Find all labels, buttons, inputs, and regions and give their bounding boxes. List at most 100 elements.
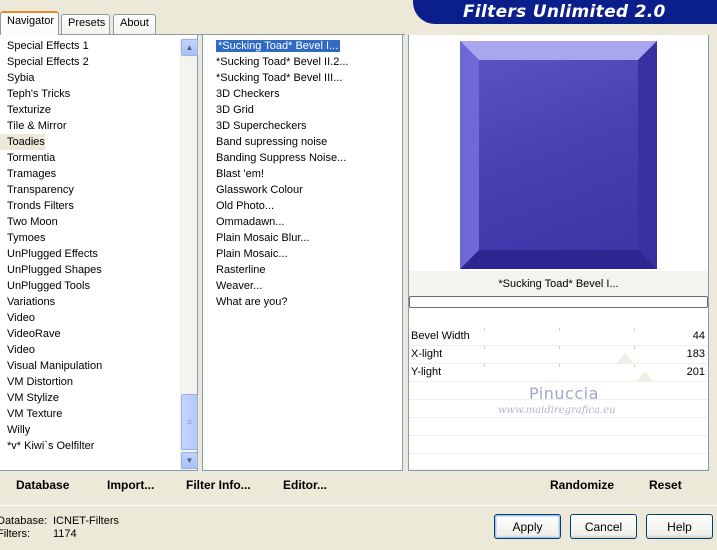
category-scrollbar[interactable]: ▲ ≡ ▼ [180,38,198,470]
status-database-value: ICNET-Filters [53,515,119,527]
progress-bar [409,296,708,308]
param-empty-row [409,418,708,436]
apply-button[interactable]: Apply [494,514,561,539]
param-value: 183 [686,348,705,360]
category-item[interactable]: Two Moon [0,214,58,230]
filter-item-label: Rasterline [216,264,266,276]
param-x-light[interactable]: X-light 183 [409,346,708,364]
randomize-button[interactable]: Randomize [550,478,614,492]
filter-item[interactable]: Banding Suppress Noise... [213,150,346,166]
category-item[interactable]: Transparency [0,182,74,198]
watermark-url: www.maidiregrafica.eu [498,405,616,416]
category-item[interactable]: Sybia [0,70,35,86]
category-item[interactable]: Visual Manipulation [0,358,102,374]
category-item[interactable]: *v* Kiwi`s Oelfilter [0,438,94,454]
category-item[interactable]: Teph's Tricks [0,86,70,102]
tab-about[interactable]: About [113,14,156,34]
tab-navigator[interactable]: Navigator [0,11,59,35]
category-item[interactable]: Special Effects 1 [0,38,89,54]
filter-item[interactable]: *Sucking Toad* Bevel II.2... [213,54,349,70]
category-item[interactable]: Toadies [0,134,45,150]
category-item[interactable]: Video [0,310,35,326]
filter-item-label: Old Photo... [216,200,275,212]
editor-button[interactable]: Editor... [283,478,327,492]
preview-name-bar: *Sucking Toad* Bevel I... [409,271,708,297]
category-item[interactable]: UnPlugged Effects [0,246,98,262]
filter-item[interactable]: What are you? [213,294,288,310]
filter-item[interactable]: 3D Grid [213,102,254,118]
filter-info-button[interactable]: Filter Info... [186,478,251,492]
app-title: Filters Unlimited 2.0 [463,2,666,22]
import-button[interactable]: Import... [107,478,154,492]
category-list[interactable]: Special Effects 1 Special Effects 2 Sybia T… [0,35,198,471]
slider-thumb-icon[interactable] [616,353,634,364]
category-item[interactable]: VM Texture [0,406,62,422]
filter-item[interactable]: Glasswork Colour [213,182,303,198]
filter-item[interactable]: Plain Mosaic Blur... [213,230,310,246]
param-label: Y-light [411,366,442,378]
filter-item-label: Blast 'em! [216,168,264,180]
filter-item-label: Band supressing noise [216,136,328,148]
filter-item[interactable]: Rasterline [213,262,266,278]
filter-item[interactable]: Ommadawn... [213,214,284,230]
filter-list[interactable]: *Sucking Toad* Bevel I... *Sucking Toad* … [202,35,403,471]
param-empty-row [409,454,708,470]
app-banner: Filters Unlimited 2.0 [413,0,717,24]
reset-button[interactable]: Reset [649,478,682,492]
scroll-up-button[interactable]: ▲ [181,39,198,56]
status-filters-label: Filters: [0,528,30,540]
preview-filter-name: *Sucking Toad* Bevel I... [498,278,619,290]
filter-item-label: Weaver... [216,280,263,292]
filter-item[interactable]: *Sucking Toad* Bevel I... [213,38,342,54]
filter-item[interactable]: Weaver... [213,278,262,294]
param-bevel-width[interactable]: Bevel Width 44 [409,328,708,346]
tab-presets[interactable]: Presets [61,14,110,34]
category-item[interactable]: VM Distortion [0,374,73,390]
watermark-name: Pinuccia [529,384,599,403]
filter-item[interactable]: Old Photo... [213,198,274,214]
filter-item-label: Ommadawn... [216,216,285,228]
filter-item[interactable]: 3D Supercheckers [213,118,307,134]
slider-thumb-icon[interactable] [636,371,654,382]
category-item[interactable]: UnPlugged Tools [0,278,90,294]
category-item[interactable]: Tormentia [0,150,55,166]
param-label: X-light [411,348,443,360]
scroll-thumb[interactable]: ≡ [181,394,198,450]
chevron-down-icon: ▼ [185,456,194,465]
category-item[interactable]: Texturize [0,102,51,118]
param-empty-row [409,436,708,454]
param-label: Bevel Width [411,330,470,342]
filter-item[interactable]: Plain Mosaic... [213,246,288,262]
category-item[interactable]: VM Stylize [0,390,59,406]
category-item[interactable]: VideoRave [0,326,61,342]
category-item[interactable]: Video [0,342,35,358]
filter-item[interactable]: Blast 'em! [213,166,264,182]
category-item[interactable]: Tile & Mirror [0,118,66,134]
cancel-button[interactable]: Cancel [570,514,637,539]
category-items: Special Effects 1 Special Effects 2 Sybia T… [0,38,180,468]
filter-item[interactable]: *Sucking Toad* Bevel III... [213,70,342,86]
category-item[interactable]: Special Effects 2 [0,54,89,70]
scroll-down-button[interactable]: ▼ [181,452,198,469]
category-item[interactable]: Variations [0,294,55,310]
status-filters-value: 1174 [53,528,77,540]
filter-item-label: *Sucking Toad* Bevel II.2... [216,56,349,68]
filter-item-label: 3D Grid [216,104,254,116]
database-button[interactable]: Database [16,478,69,492]
category-item[interactable]: UnPlugged Shapes [0,262,102,278]
filter-item-label: *Sucking Toad* Bevel I... [214,39,342,53]
filter-item-label: 3D Checkers [216,88,280,100]
filter-item-label: Glasswork Colour [216,184,303,196]
filter-item-label: Plain Mosaic... [216,248,288,260]
filter-item-label: 3D Supercheckers [216,120,307,132]
filter-item-label: Banding Suppress Noise... [216,152,347,164]
category-item[interactable]: Tymoes [0,230,46,246]
category-item[interactable]: Tronds Filters [0,198,74,214]
divider [0,505,717,506]
filter-item[interactable]: Band supressing noise [213,134,327,150]
help-button[interactable]: Help [646,514,713,539]
param-y-light[interactable]: Y-light 201 [409,364,708,382]
filter-item[interactable]: 3D Checkers [213,86,280,102]
category-item[interactable]: Willy [0,422,30,438]
category-item[interactable]: Tramages [0,166,56,182]
